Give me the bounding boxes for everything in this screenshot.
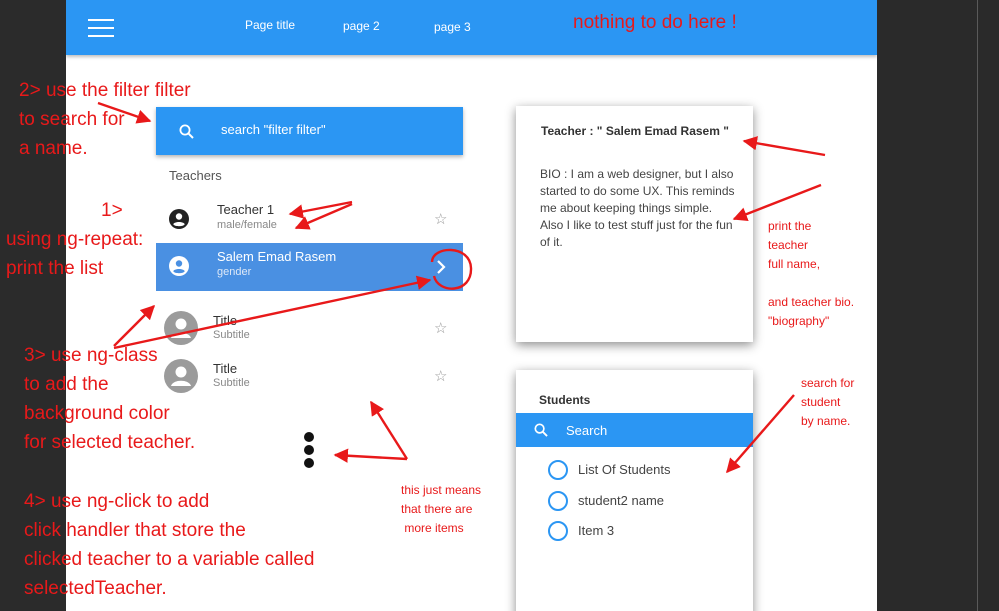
top-app-bar: Page title page 2 page 3 <box>66 0 877 55</box>
annotation-ngclick: 4> use ng-click to add click handler that… <box>24 491 315 599</box>
star-icon[interactable]: ☆ <box>434 319 447 337</box>
radio-button[interactable] <box>548 460 568 480</box>
annotation-topbar: nothing to do here ! <box>573 12 737 33</box>
annotation-filter: 2> use the filter filter to search for a n… <box>19 80 191 159</box>
student-name: Item 3 <box>578 523 615 538</box>
teacher-subtitle: Subtitle <box>213 329 250 341</box>
annotation-more-items: this just means that there are more items <box>401 483 482 535</box>
radio-button[interactable] <box>548 521 568 541</box>
tab-page-3[interactable]: page 3 <box>434 20 471 34</box>
teacher-name: Title <box>213 361 238 376</box>
person-icon <box>171 318 191 338</box>
students-heading: Students <box>539 393 591 407</box>
teacher-list-item-selected[interactable]: Salem Emad Rasem gender <box>156 243 463 291</box>
search-icon <box>534 423 548 437</box>
student-list-item[interactable]: List Of Students <box>548 460 748 482</box>
search-placeholder: search "filter filter" <box>221 122 326 137</box>
annotation-ngclass: 3> use ng-class to add the background colo… <box>24 345 196 453</box>
star-icon[interactable]: ☆ <box>434 210 447 228</box>
student-list-item[interactable]: student2 name <box>548 491 748 513</box>
teacher-subtitle: Subtitle <box>213 377 250 389</box>
teacher-bio: BIO : I am a web designer, but I also st… <box>540 167 735 249</box>
annotation-repeat: 1> using ng-repeat: print the list <box>6 200 144 279</box>
right-divider <box>977 0 978 611</box>
teacher-subtitle: male/female <box>217 219 277 231</box>
teacher-list-item[interactable]: Teacher 1 male/female ☆ <box>156 196 463 244</box>
teacher-subtitle: gender <box>217 266 252 278</box>
student-search-placeholder: Search <box>566 423 608 438</box>
account-circle-icon <box>169 256 189 276</box>
student-list-item[interactable]: Item 3 <box>548 521 748 543</box>
teachers-heading: Teachers <box>169 168 222 183</box>
annotation-print-teacher: print the teacher full name, and teacher bi… <box>768 219 855 328</box>
students-card: Students Search List Of Students student… <box>516 370 753 611</box>
student-name: List Of Students <box>578 462 671 477</box>
teacher-name: Title <box>213 313 238 328</box>
radio-button[interactable] <box>548 491 568 511</box>
chevron-right-icon[interactable] <box>435 259 447 275</box>
account-circle-icon <box>169 209 189 229</box>
student-name: student2 name <box>578 493 665 508</box>
student-search-input[interactable]: Search <box>516 413 753 447</box>
right-dark-margin <box>877 0 999 611</box>
teacher-list-item[interactable]: Title Subtitle ☆ <box>156 353 463 401</box>
more-vert-icon[interactable] <box>304 432 314 470</box>
teacher-detail-card: Teacher : " Salem Emad Rasem " BIO : I a… <box>516 106 753 342</box>
tab-page-2[interactable]: page 2 <box>343 19 380 33</box>
teacher-name: Salem Emad Rasem <box>217 249 337 264</box>
tab-page-title[interactable]: Page title <box>245 18 295 32</box>
teacher-name: Teacher 1 <box>217 202 275 217</box>
menu-icon[interactable] <box>88 19 114 37</box>
teacher-list-item[interactable]: Title Subtitle ☆ <box>156 305 463 353</box>
star-icon[interactable]: ☆ <box>434 367 447 385</box>
teacher-detail-heading: Teacher : " Salem Emad Rasem " <box>541 124 729 138</box>
teacher-search-input[interactable]: search "filter filter" <box>156 107 463 155</box>
annotation-search-student: search for student by name. <box>801 376 855 428</box>
avatar <box>164 311 198 345</box>
